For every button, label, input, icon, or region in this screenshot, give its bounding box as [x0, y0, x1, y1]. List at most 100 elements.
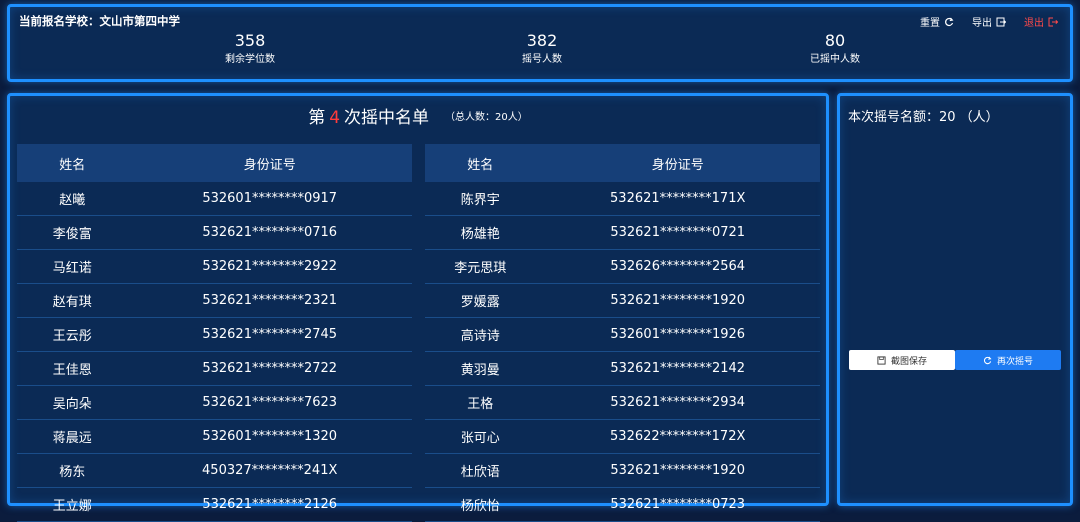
table-header-row: 姓名 身份证号: [17, 144, 412, 182]
export-icon: [996, 17, 1006, 26]
student-name: 杜欣语: [425, 453, 536, 488]
stat-label: 已摇中人数: [810, 54, 860, 65]
table-row: 杨雄艳 532621********0721: [425, 215, 820, 250]
table-row: 杜欣语 532621********1920: [425, 453, 820, 488]
student-id-number: 532621********171X: [535, 182, 820, 216]
table-row: 吴向朵 532621********7623: [17, 385, 412, 420]
stat-lottery-applicants: 382 摇号人数: [462, 31, 622, 67]
student-name: 李元思琪: [425, 249, 536, 284]
table-row: 王立娜 532621********2126: [17, 487, 412, 522]
student-name: 马红诺: [17, 249, 128, 284]
table-row: 赵有琪 532621********2321: [17, 283, 412, 318]
table-row: 张可心 532622********172X: [425, 419, 820, 454]
student-name: 吴向朵: [17, 385, 128, 420]
column-header-id: 身份证号: [127, 144, 412, 182]
student-name: 王格: [425, 385, 536, 420]
student-name: 罗媛露: [425, 283, 536, 318]
table-row: 蒋晨远 532601********1320: [17, 419, 412, 454]
refresh-icon: [945, 17, 954, 26]
exit-label: 退出: [1024, 18, 1044, 29]
student-name: 王云彤: [17, 317, 128, 352]
student-id-number: 532621********2922: [127, 249, 412, 284]
student-id-number: 450327********241X: [127, 453, 412, 488]
result-table-left: 姓名 身份证号 赵曦 532601********0917 李俊富 532621***…: [17, 144, 412, 522]
table-row: 杨欣怡 532621********0723: [425, 487, 820, 522]
stat-label: 剩余学位数: [225, 54, 275, 65]
table-row: 王格 532621********2934: [425, 385, 820, 420]
stat-selected-count: 80 已摇中人数: [755, 31, 915, 67]
student-name: 赵曦: [17, 182, 128, 216]
stat-remaining-seats: 358 剩余学位数: [170, 31, 330, 67]
table-row: 罗媛露 532621********1920: [425, 283, 820, 318]
exit-button[interactable]: 退出: [1024, 14, 1058, 29]
student-name: 王佳恩: [17, 351, 128, 386]
table-row: 杨东 450327********241X: [17, 453, 412, 488]
table-row: 赵曦 532601********0917: [17, 182, 412, 216]
summary-panel: 当前报名学校：文山市第四中学 重置 导出 退出 358 剩余学位数 382 摇号…: [7, 4, 1073, 82]
table-row: 高诗诗 532601********1926: [425, 317, 820, 352]
student-id-number: 532621********1920: [535, 453, 820, 488]
student-id-number: 532601********1926: [535, 317, 820, 352]
stat-label: 摇号人数: [522, 54, 562, 65]
student-name: 陈界宇: [425, 182, 536, 216]
list-title: 第 4 次摇中名单 （总人数：20人）: [10, 106, 826, 130]
table-row: 黄羽曼 532621********2142: [425, 351, 820, 386]
logout-icon: [1048, 17, 1058, 26]
lottery-control-panel: 本次摇号名额：20 （人） 截图保存 再次摇号: [837, 93, 1073, 506]
student-name: 蒋晨远: [17, 419, 128, 454]
student-name: 杨雄艳: [425, 215, 536, 250]
table-row: 马红诺 532621********2922: [17, 249, 412, 284]
student-name: 高诗诗: [425, 317, 536, 352]
redraw-lottery-label: 再次摇号: [996, 356, 1033, 367]
table-row: 王佳恩 532621********2722: [17, 351, 412, 386]
student-name: 杨东: [17, 453, 128, 488]
school-label: 当前报名学校：文山市第四中学: [19, 14, 180, 28]
student-id-number: 532621********2745: [127, 317, 412, 352]
student-id-number: 532621********0721: [535, 215, 820, 250]
top-actions: 重置 导出 退出: [920, 14, 1058, 29]
student-id-number: 532621********2142: [535, 351, 820, 386]
table-row: 陈界宇 532621********171X: [425, 182, 820, 216]
student-id-number: 532621********7623: [127, 385, 412, 420]
student-name: 张可心: [425, 419, 536, 454]
title-prefix: 第: [308, 108, 326, 128]
student-id-number: 532622********172X: [535, 419, 820, 454]
table-row: 李俊富 532621********0716: [17, 215, 412, 250]
export-label: 导出: [972, 18, 992, 29]
student-id-number: 532621********0716: [127, 215, 412, 250]
reset-label: 重置: [920, 18, 940, 29]
table-row: 李元思琪 532626********2564: [425, 249, 820, 284]
stat-value: 358: [234, 31, 266, 50]
table-header-row: 姓名 身份证号: [425, 144, 820, 182]
result-table-right: 姓名 身份证号 陈界宇 532621********171X 杨雄艳 532621**…: [425, 144, 820, 522]
student-id-number: 532601********1320: [127, 419, 412, 454]
student-name: 王立娜: [17, 487, 128, 522]
student-name: 李俊富: [17, 215, 128, 250]
student-id-number: 532621********2321: [127, 283, 412, 318]
refresh-icon: [983, 356, 992, 364]
stat-value: 80: [824, 31, 846, 50]
save-icon: [877, 355, 886, 365]
student-name: 杨欣怡: [425, 487, 536, 522]
column-header-id: 身份证号: [535, 144, 820, 182]
export-button[interactable]: 导出: [972, 14, 1006, 29]
student-id-number: 532621********2126: [127, 487, 412, 522]
screenshot-save-label: 截图保存: [890, 356, 927, 367]
student-id-number: 532621********2934: [535, 385, 820, 420]
student-id-number: 532621********0723: [535, 487, 820, 522]
column-header-name: 姓名: [425, 144, 536, 182]
reset-button[interactable]: 重置: [920, 14, 954, 29]
student-id-number: 532621********2722: [127, 351, 412, 386]
screenshot-save-button[interactable]: 截图保存: [849, 350, 955, 370]
stat-value: 382: [526, 31, 558, 50]
column-header-name: 姓名: [17, 144, 128, 182]
title-suffix: 次摇中名单: [344, 108, 430, 128]
student-name: 黄羽曼: [425, 351, 536, 386]
redraw-lottery-button[interactable]: 再次摇号: [955, 350, 1061, 370]
student-id-number: 532626********2564: [535, 249, 820, 284]
student-id-number: 532621********1920: [535, 283, 820, 318]
result-list-panel: 第 4 次摇中名单 （总人数：20人） 姓名 身份证号 赵曦 532601*******…: [7, 93, 829, 522]
round-number: 4: [329, 108, 341, 128]
student-id-number: 532601********0917: [127, 182, 412, 216]
quota-label: 本次摇号名额：20 （人）: [848, 110, 999, 125]
